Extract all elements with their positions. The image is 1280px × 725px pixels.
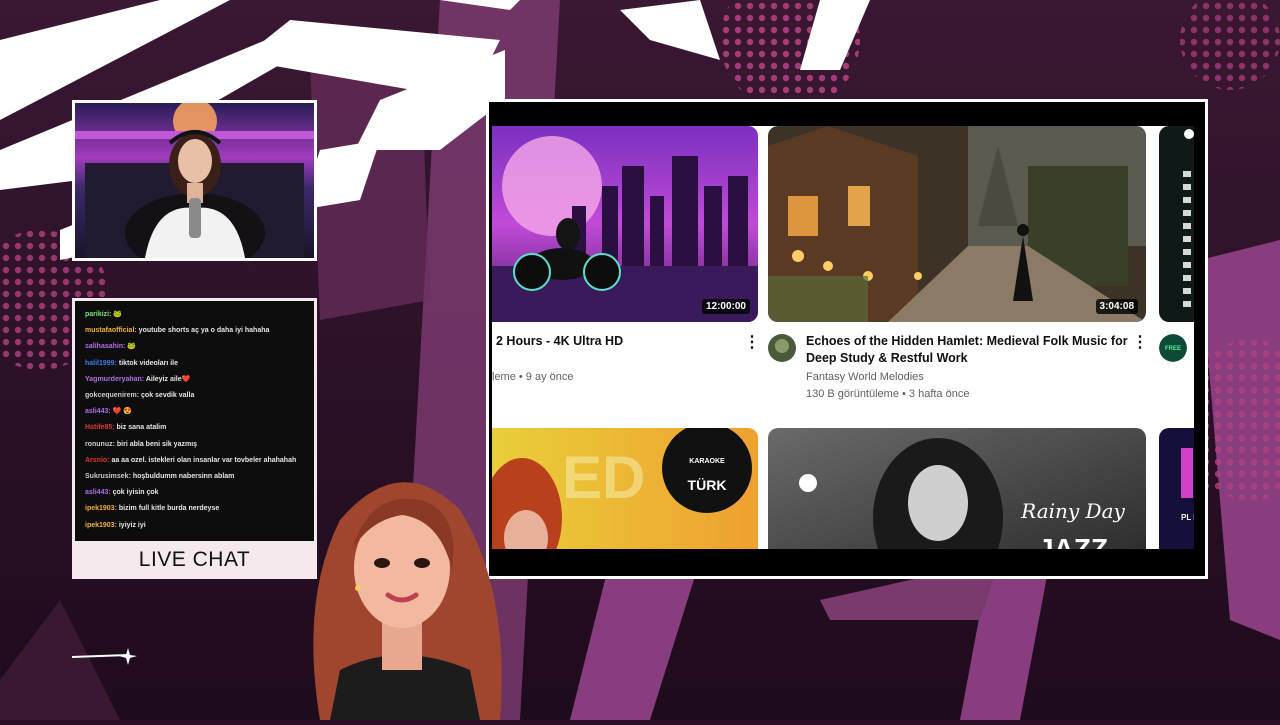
- chat-message: ronunuz: biri abla beni sik yazmış: [85, 437, 304, 453]
- chat-message: parikizi: 🐸: [85, 307, 304, 323]
- webcam-feed: [75, 103, 314, 258]
- video-card[interactable]: PL BY: [1159, 428, 1194, 549]
- video-thumbnail[interactable]: Rainy Day JAZZ: [768, 428, 1146, 549]
- video-meta: leme • 9 ay önce: [492, 371, 574, 383]
- chat-text: biri abla beni sik yazmış: [114, 440, 198, 448]
- chat-message: Yagmurderyahan: Aileyiz aile❤️: [85, 372, 304, 388]
- webcam-panel: [72, 100, 317, 261]
- video-meta: 130 B görüntüleme • 3 hafta önce: [806, 388, 970, 400]
- video-thumbnail[interactable]: [1159, 126, 1194, 322]
- chat-text: iyiyiz iyi: [116, 521, 146, 529]
- chat-username[interactable]: ronunuz:: [85, 441, 115, 448]
- karaoke-label: KARAOKE: [689, 458, 725, 465]
- chat-text: hoşbuldumm nabersinn ablam: [130, 473, 235, 481]
- thumb-big-letters: ED: [562, 444, 645, 511]
- decorative-sparkle: [71, 648, 142, 673]
- video-title-line2[interactable]: Deep Study & Restful Work: [806, 350, 968, 367]
- video-duration-badge: 12:00:00: [701, 299, 750, 314]
- chat-message: salihasahin: 🐸: [85, 339, 304, 355]
- chat-username[interactable]: Yagmurderyahan:: [85, 376, 144, 383]
- video-options-icon[interactable]: ⋮: [1132, 332, 1148, 352]
- chat-text: ❤️ 😍: [110, 408, 133, 416]
- chat-text: çok sevdik valla: [139, 392, 195, 400]
- chat-message: halil1999: tiktok videoları ile: [85, 356, 304, 372]
- chat-username[interactable]: asli443:: [85, 489, 111, 496]
- video-card[interactable]: FREE: [1159, 126, 1194, 416]
- chat-message: Hatife85: biz sana atalim: [85, 420, 304, 436]
- channel-avatar-text: FREE: [1165, 346, 1181, 352]
- chat-text: tiktok videoları ile: [116, 359, 178, 367]
- streamer-avatar-illustration: [270, 460, 530, 725]
- channel-avatar[interactable]: FREE: [1159, 334, 1187, 362]
- chat-username[interactable]: gokcequenirem:: [85, 392, 139, 399]
- chat-text: Aileyiz aile❤️: [144, 375, 191, 383]
- jazz-text: JAZZ: [1038, 533, 1108, 549]
- chat-message: asli443: ❤️ 😍: [85, 404, 304, 420]
- chat-username[interactable]: Hatife85:: [85, 424, 115, 431]
- chat-text: 🐸: [111, 311, 123, 318]
- chat-username[interactable]: asli443:: [85, 408, 111, 415]
- chat-username[interactable]: ipek1903:: [85, 522, 117, 529]
- chat-username[interactable]: ipek1903:: [85, 505, 117, 512]
- chat-message: mustafaofficial: youtube shorts aç ya o …: [85, 323, 304, 339]
- video-card[interactable]: Rainy Day JAZZ: [768, 428, 1146, 549]
- chat-text: çok iyisin çok: [110, 489, 159, 497]
- video-duration-badge: 3:04:08: [1095, 299, 1138, 314]
- chat-username[interactable]: mustafaofficial:: [85, 327, 137, 334]
- video-thumbnail[interactable]: PL BY: [1159, 428, 1194, 549]
- video-card[interactable]: ED KARAOKE TÜRK: [492, 428, 762, 549]
- video-options-icon[interactable]: ⋮: [744, 332, 760, 352]
- video-card[interactable]: 3:04:08 Echoes of the Hidden Hamlet: Med…: [768, 126, 1158, 416]
- browser-capture-frame: 12:00:00 2 Hours - 4K Ultra HD leme • 9 …: [486, 99, 1208, 579]
- chat-text: biz sana atalim: [114, 424, 167, 432]
- rainy-day-text: Rainy Day: [1020, 499, 1125, 523]
- chat-message: gokcequenirem: çok sevdik valla: [85, 388, 304, 404]
- video-card[interactable]: 12:00:00 2 Hours - 4K Ultra HD leme • 9 …: [492, 126, 762, 416]
- chat-text: 🐸: [125, 343, 137, 351]
- chat-text: aa aa ozel. istekleri olan insanlar var …: [109, 456, 297, 464]
- channel-name[interactable]: Fantasy World Melodies: [806, 369, 924, 386]
- video-title[interactable]: 2 Hours - 4K Ultra HD: [496, 333, 623, 350]
- video-thumbnail[interactable]: 3:04:08: [768, 126, 1146, 322]
- chat-text: bizim full kitle burda nerdeyse: [116, 505, 220, 513]
- chat-username[interactable]: parikizi:: [85, 311, 111, 318]
- side-thumb-text: PL BY: [1181, 513, 1194, 522]
- channel-avatar[interactable]: [768, 334, 796, 362]
- chat-username[interactable]: salihasahin:: [85, 343, 125, 350]
- chat-text: youtube shorts aç ya o daha iyi hahaha: [136, 327, 270, 335]
- karaoke-brand: TÜRK: [688, 477, 727, 493]
- youtube-video-grid[interactable]: 12:00:00 2 Hours - 4K Ultra HD leme • 9 …: [492, 126, 1194, 549]
- chat-username[interactable]: Sukrusimsek:: [85, 473, 131, 480]
- video-title-line1[interactable]: Echoes of the Hidden Hamlet: Medieval Fo…: [806, 333, 1128, 350]
- video-thumbnail[interactable]: ED KARAOKE TÜRK: [492, 428, 758, 549]
- chat-username[interactable]: Arsnlo:: [85, 457, 110, 464]
- video-thumbnail[interactable]: 12:00:00: [492, 126, 758, 322]
- chat-username[interactable]: halil1999:: [85, 360, 117, 367]
